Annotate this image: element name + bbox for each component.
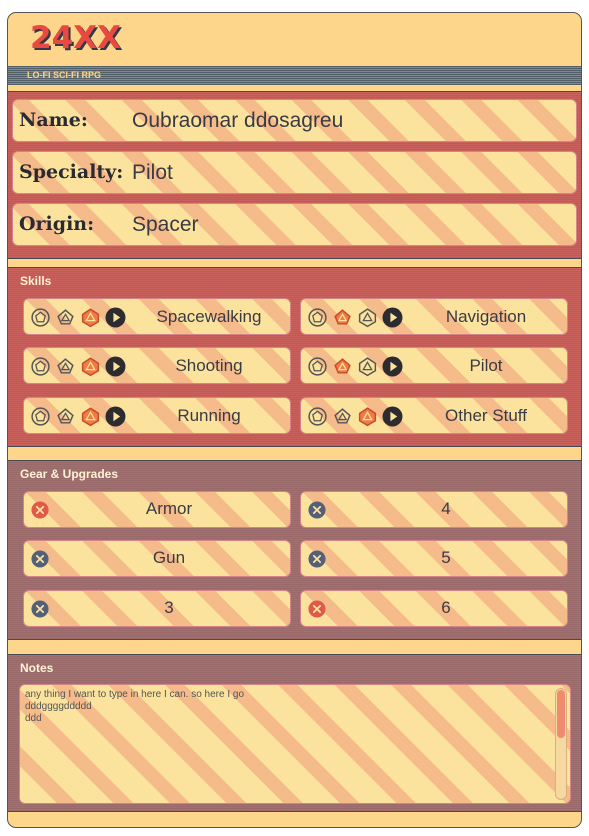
notes-panel: Notes any thing I want to type in here I… <box>8 654 581 812</box>
remove-x-icon[interactable] <box>308 600 326 618</box>
gear-panel: Gear & Upgrades Armor 4 Gun 5 3 6 <box>8 460 581 640</box>
d10-die-icon[interactable] <box>80 406 101 427</box>
gear-row[interactable]: 4 <box>300 491 568 528</box>
skill-row[interactable]: Pilot <box>300 347 568 384</box>
skills-panel: Skills Spacewalking Navigation Shooting Pil… <box>8 267 581 447</box>
gear-row[interactable]: 5 <box>300 540 568 577</box>
skill-dice <box>307 307 403 328</box>
gear-row[interactable]: Gun <box>23 540 291 577</box>
remove-x-icon[interactable] <box>31 550 49 568</box>
identity-panel: Name: Oubraomar ddosagreu Specialty: Pil… <box>8 91 581 259</box>
notes-scroll-thumb[interactable] <box>557 690 565 738</box>
d6-die-icon[interactable] <box>30 406 51 427</box>
skill-dice <box>30 406 126 427</box>
gear-row[interactable]: Armor <box>23 491 291 528</box>
character-sheet: 24XX LO-FI SCI-FI RPG Name: Oubraomar dd… <box>7 12 582 828</box>
d8-die-icon[interactable] <box>55 356 76 377</box>
gear-name[interactable]: 3 <box>54 598 284 618</box>
subtitle-bar: LO-FI SCI-FI RPG <box>8 66 581 85</box>
specialty-label: Specialty: <box>19 161 124 183</box>
gear-name[interactable]: 4 <box>331 499 561 519</box>
notes-scrollbar[interactable] <box>555 688 567 800</box>
d6-die-icon[interactable] <box>30 356 51 377</box>
origin-field[interactable]: Origin: Spacer <box>12 203 577 246</box>
d8-die-icon[interactable] <box>55 307 76 328</box>
origin-label: Origin: <box>19 213 95 235</box>
d10-die-icon[interactable] <box>80 356 101 377</box>
d8-die-icon[interactable] <box>332 406 353 427</box>
d8-die-icon[interactable] <box>55 406 76 427</box>
skills-title: Skills <box>20 274 52 288</box>
skill-row[interactable]: Running <box>23 397 291 434</box>
skill-dice <box>30 307 126 328</box>
origin-value[interactable]: Spacer <box>132 213 199 237</box>
d6-die-icon[interactable] <box>307 307 328 328</box>
d8-die-icon[interactable] <box>332 356 353 377</box>
d8-die-icon[interactable] <box>332 307 353 328</box>
app-subtitle: LO-FI SCI-FI RPG <box>27 70 101 80</box>
skill-name[interactable]: Shooting <box>134 356 284 376</box>
skill-row[interactable]: Navigation <box>300 298 568 335</box>
remove-x-icon[interactable] <box>308 550 326 568</box>
specialty-value[interactable]: Pilot <box>132 161 173 185</box>
skill-name[interactable]: Running <box>134 406 284 426</box>
d6-die-icon[interactable] <box>30 307 51 328</box>
d6-die-icon[interactable] <box>307 406 328 427</box>
remove-x-icon[interactable] <box>308 501 326 519</box>
name-field[interactable]: Name: Oubraomar ddosagreu <box>12 99 577 142</box>
d10-die-icon[interactable] <box>357 406 378 427</box>
d10-die-icon[interactable] <box>357 307 378 328</box>
gear-name[interactable]: 6 <box>331 598 561 618</box>
notes-textarea[interactable]: any thing I want to type in here I can. … <box>19 684 571 804</box>
specialty-field[interactable]: Specialty: Pilot <box>12 151 577 194</box>
roll-play-icon[interactable] <box>382 356 403 377</box>
notes-text[interactable]: any thing I want to type in here I can. … <box>25 689 244 725</box>
roll-play-icon[interactable] <box>382 406 403 427</box>
d10-die-icon[interactable] <box>357 356 378 377</box>
skill-name[interactable]: Spacewalking <box>134 307 284 327</box>
skill-row[interactable]: Shooting <box>23 347 291 384</box>
name-label: Name: <box>19 109 88 131</box>
skill-name[interactable]: Navigation <box>411 307 561 327</box>
app-title: 24XX <box>30 20 121 56</box>
skill-row[interactable]: Other Stuff <box>300 397 568 434</box>
d10-die-icon[interactable] <box>80 307 101 328</box>
skill-name[interactable]: Pilot <box>411 356 561 376</box>
d6-die-icon[interactable] <box>307 356 328 377</box>
skill-dice <box>307 406 403 427</box>
skill-row[interactable]: Spacewalking <box>23 298 291 335</box>
roll-play-icon[interactable] <box>105 307 126 328</box>
gear-name[interactable]: 5 <box>331 548 561 568</box>
gear-name[interactable]: Armor <box>54 499 284 519</box>
gear-row[interactable]: 6 <box>300 590 568 627</box>
skill-name[interactable]: Other Stuff <box>411 406 561 426</box>
roll-play-icon[interactable] <box>382 307 403 328</box>
roll-play-icon[interactable] <box>105 356 126 377</box>
gear-title: Gear & Upgrades <box>20 467 119 481</box>
notes-title: Notes <box>20 661 54 675</box>
remove-x-icon[interactable] <box>31 501 49 519</box>
gear-row[interactable]: 3 <box>23 590 291 627</box>
skill-dice <box>307 356 403 377</box>
gear-name[interactable]: Gun <box>54 548 284 568</box>
remove-x-icon[interactable] <box>31 600 49 618</box>
roll-play-icon[interactable] <box>105 406 126 427</box>
name-value[interactable]: Oubraomar ddosagreu <box>132 109 343 133</box>
skill-dice <box>30 356 126 377</box>
